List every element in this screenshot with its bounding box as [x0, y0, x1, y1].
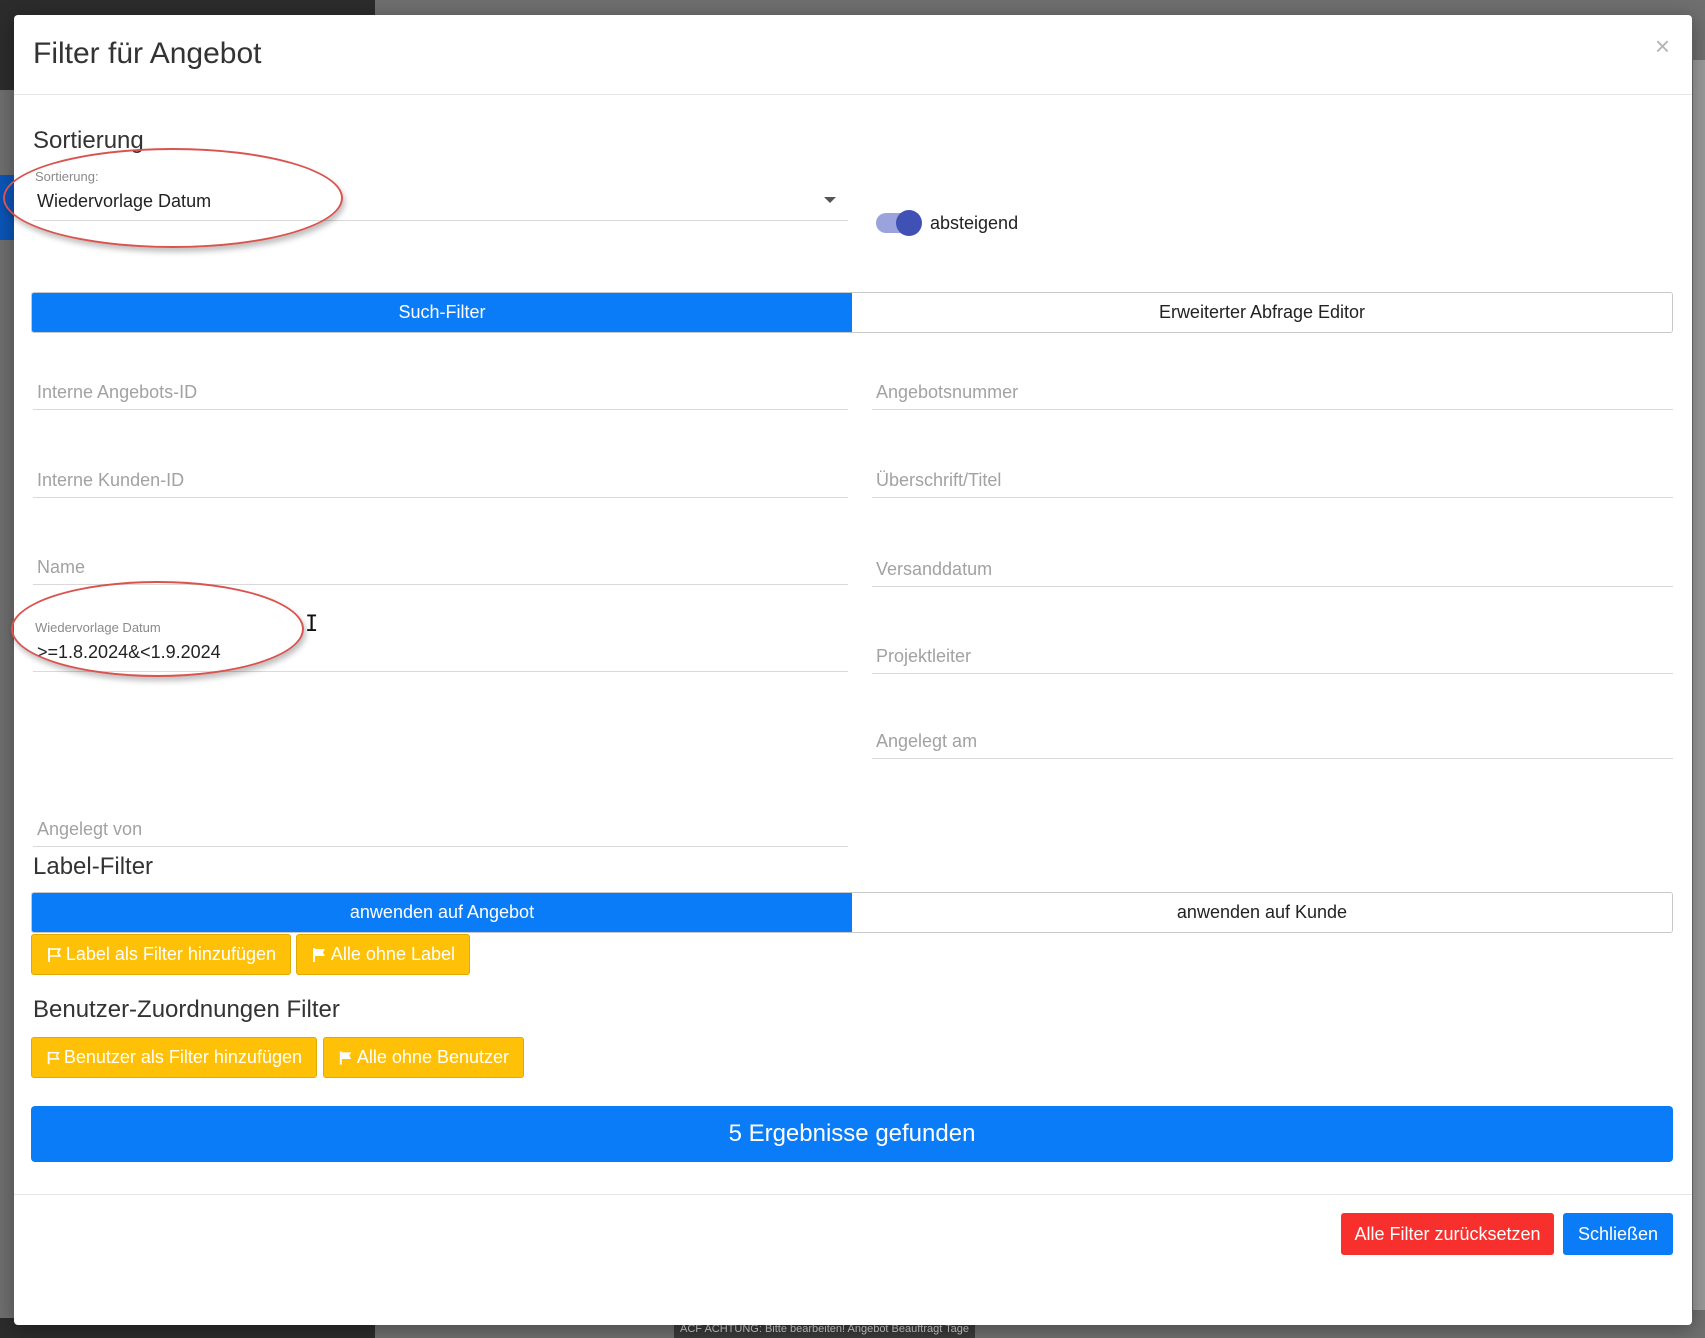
label-filter-tabs: anwenden auf Angebot anwenden auf Kunde: [31, 892, 1673, 933]
modal-footer-divider: [14, 1194, 1692, 1195]
tab-apply-to-customer[interactable]: anwenden auf Kunde: [852, 893, 1672, 932]
sorting-select[interactable]: Sortierung: Wiedervorlage Datum: [33, 169, 848, 221]
modal-title: Filter für Angebot: [33, 37, 262, 70]
add-label-filter-button[interactable]: Label als Filter hinzufügen: [31, 934, 291, 975]
tab-advanced-query-editor[interactable]: Erweiterter Abfrage Editor: [852, 293, 1672, 332]
toggle-knob: [896, 210, 922, 236]
reset-all-filters-button[interactable]: Alle Filter zurücksetzen: [1341, 1213, 1554, 1255]
offer-number-placeholder: Angebotsnummer: [876, 382, 1019, 402]
modal-header: Filter für Angebot ×: [14, 15, 1692, 95]
tab-apply-to-offer[interactable]: anwenden auf Angebot: [32, 893, 852, 932]
flag-outline-icon: [47, 1051, 60, 1064]
search-tabs: Such-Filter Erweiterter Abfrage Editor: [31, 292, 1673, 333]
text-cursor-icon: I: [305, 612, 319, 637]
internal-customer-id-placeholder: Interne Kunden-ID: [37, 470, 185, 490]
background-right-edge: [1693, 60, 1705, 1310]
internal-offer-id-placeholder: Interne Angebots-ID: [37, 382, 198, 402]
shipping-date-placeholder: Versanddatum: [876, 559, 993, 579]
heading-title-placeholder: Überschrift/Titel: [876, 470, 1002, 490]
label-filter-title: Label-Filter: [33, 853, 154, 880]
created-on-field[interactable]: Angelegt am: [872, 711, 1673, 759]
project-lead-placeholder: Projektleiter: [876, 646, 972, 666]
descending-label: absteigend: [930, 213, 1019, 233]
results-button[interactable]: 5 Ergebnisse gefunden: [31, 1106, 1673, 1162]
tab-search-filter[interactable]: Such-Filter: [32, 293, 852, 332]
followup-date-value: >=1.8.2024&<1.9.2024: [37, 642, 221, 662]
shipping-date-field[interactable]: Versanddatum: [872, 539, 1673, 587]
close-button[interactable]: Schließen: [1563, 1213, 1673, 1255]
close-icon[interactable]: ×: [1655, 31, 1670, 62]
flag-icon: [339, 1050, 352, 1065]
add-user-filter-label: Benutzer als Filter hinzufügen: [63, 1047, 302, 1067]
flag-icon: [312, 947, 325, 962]
flag-outline-icon: [47, 947, 62, 962]
followup-date-field[interactable]: Wiedervorlage Datum >=1.8.2024&<1.9.2024: [33, 620, 848, 672]
chevron-down-icon: [824, 197, 836, 203]
background-sidebar-accent: [0, 175, 14, 240]
internal-customer-id-field[interactable]: Interne Kunden-ID: [33, 450, 848, 498]
sorting-select-value: Wiedervorlage Datum: [37, 191, 212, 211]
all-without-label-label: Alle ohne Label: [330, 944, 455, 964]
sorting-select-label: Sortierung:: [35, 169, 99, 184]
filter-modal: Filter für Angebot × Sortierung Sortieru…: [14, 15, 1692, 1325]
sorting-section-title: Sortierung: [33, 127, 144, 154]
all-without-user-button[interactable]: Alle ohne Benutzer: [323, 1037, 524, 1078]
heading-title-field[interactable]: Überschrift/Titel: [872, 450, 1673, 498]
all-without-label-button[interactable]: Alle ohne Label: [296, 934, 470, 975]
descending-toggle[interactable]: [876, 210, 922, 236]
name-field[interactable]: Name: [33, 537, 848, 585]
project-lead-field[interactable]: Projektleiter: [872, 626, 1673, 674]
add-label-filter-label: Label als Filter hinzufügen: [65, 944, 276, 964]
created-on-placeholder: Angelegt am: [876, 731, 978, 751]
followup-date-label: Wiedervorlage Datum: [35, 620, 161, 635]
offer-number-field[interactable]: Angebotsnummer: [872, 362, 1673, 410]
created-by-placeholder: Angelegt von: [37, 819, 143, 839]
name-placeholder: Name: [37, 557, 86, 577]
user-filter-title: Benutzer-Zuordnungen Filter: [33, 996, 340, 1023]
created-by-field[interactable]: Angelegt von: [33, 799, 848, 847]
add-user-filter-button[interactable]: Benutzer als Filter hinzufügen: [31, 1037, 317, 1078]
all-without-user-label: Alle ohne Benutzer: [356, 1047, 509, 1067]
internal-offer-id-field[interactable]: Interne Angebots-ID: [33, 362, 848, 410]
